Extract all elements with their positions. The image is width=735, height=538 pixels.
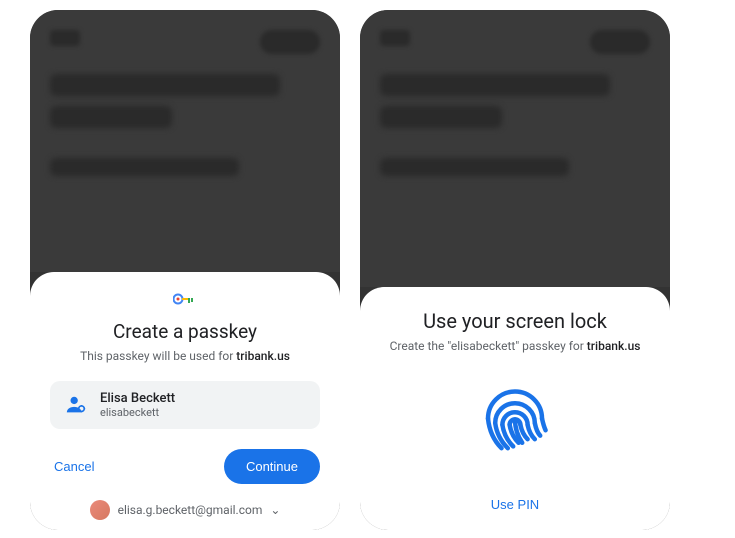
continue-button[interactable]: Continue xyxy=(224,449,320,484)
sheet-subtitle: This passkey will be used for tribank.us xyxy=(50,349,320,363)
background-dim xyxy=(360,10,670,287)
phone-right: Use your screen lock Create the "elisabe… xyxy=(360,10,670,530)
footer-email: elisa.g.beckett@gmail.com xyxy=(118,503,263,517)
subtitle-domain: tribank.us xyxy=(587,339,641,353)
sheet-title: Create a passkey xyxy=(50,320,320,343)
account-name: Elisa Beckett xyxy=(100,391,175,406)
subtitle-text: Create the "elisabeckett" passkey for xyxy=(390,339,587,353)
avatar xyxy=(90,500,110,520)
account-chip[interactable]: Elisa Beckett elisabeckett xyxy=(50,381,320,429)
subtitle-domain: tribank.us xyxy=(236,349,290,363)
cancel-button[interactable]: Cancel xyxy=(50,451,98,482)
use-pin-button[interactable]: Use PIN xyxy=(483,489,547,520)
fingerprint-icon[interactable] xyxy=(380,369,650,459)
account-username: elisabeckett xyxy=(100,406,175,419)
phone-left: Create a passkey This passkey will be us… xyxy=(30,10,340,530)
sheet-subtitle: Create the "elisabeckett" passkey for tr… xyxy=(380,339,650,353)
subtitle-text: This passkey will be used for xyxy=(80,349,236,363)
person-icon xyxy=(64,393,88,417)
account-selector[interactable]: elisa.g.beckett@gmail.com ⌄ xyxy=(50,500,320,520)
create-passkey-sheet: Create a passkey This passkey will be us… xyxy=(30,272,340,530)
button-row: Cancel Continue xyxy=(50,449,320,484)
chevron-down-icon: ⌄ xyxy=(270,503,280,517)
background-dim xyxy=(30,10,340,272)
sheet-title: Use your screen lock xyxy=(380,309,650,333)
passkey-icon xyxy=(50,290,320,308)
screen-lock-sheet: Use your screen lock Create the "elisabe… xyxy=(360,287,670,530)
